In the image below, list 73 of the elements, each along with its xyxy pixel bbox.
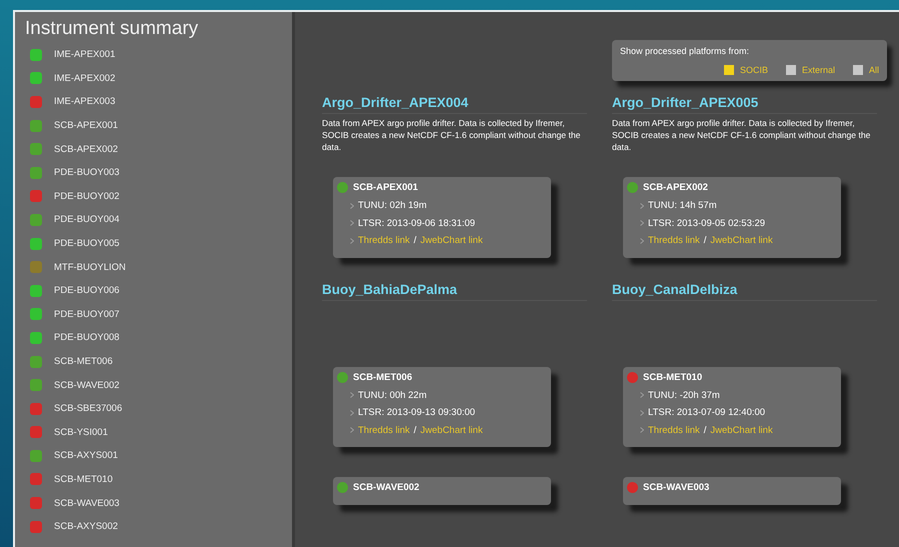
- thredds-link[interactable]: Thredds link: [358, 424, 410, 436]
- chevron-icon: [350, 220, 354, 226]
- instrument-name[interactable]: IME-APEX001: [54, 49, 116, 60]
- instrument-name[interactable]: SCB-SBE37006: [54, 403, 122, 414]
- link-separator: /: [414, 235, 416, 246]
- ltsr-text: LTSR: 2013-09-13 09:30:00: [358, 407, 476, 418]
- instrument-name: SCB-MET010: [643, 372, 704, 382]
- filter-label: Show processed platforms from:: [620, 46, 750, 56]
- checkbox-label[interactable]: All: [868, 65, 879, 75]
- instrument-name: SCB-WAVE002: [353, 482, 420, 493]
- jwebchart-link[interactable]: JwebChart link: [420, 235, 483, 246]
- ltsr-text: LTSR: 2013-09-06 18:31:09: [358, 218, 476, 229]
- chevron-icon: [640, 392, 644, 398]
- checkbox-label[interactable]: External: [802, 65, 835, 75]
- instrument-name[interactable]: SCB-APEX001: [54, 120, 118, 132]
- ltsr-text: LTSR: 2013-07-09 12:40:00: [648, 407, 766, 418]
- instrument-name: SCB-WAVE003: [643, 482, 710, 493]
- thredds-link[interactable]: Thredds link: [648, 235, 700, 246]
- instrument-name[interactable]: SCB-WAVE003: [54, 498, 120, 509]
- jwebchart-link[interactable]: JwebChart link: [710, 424, 773, 436]
- instrument-name[interactable]: SCB-YSI001: [54, 426, 108, 438]
- instrument-name[interactable]: PDE-BUOY002: [54, 190, 120, 202]
- instrument-name[interactable]: MTF-BUOYLION: [54, 262, 126, 273]
- link-separator: /: [704, 424, 706, 436]
- tunu-text: TUNU: 02h 19m: [358, 200, 427, 212]
- jwebchart-link[interactable]: JwebChart link: [420, 424, 483, 436]
- tunu-text: TUNU: 00h 22m: [358, 390, 427, 401]
- link-separator: /: [414, 424, 416, 436]
- instrument-name[interactable]: PDE-BUOY008: [54, 332, 120, 344]
- link-separator: /: [704, 235, 706, 246]
- checkbox-label[interactable]: SOCIB: [740, 65, 768, 75]
- platform-description: Data from APEX argo profile drifter. Data is collected by Ifremer, SOCIB creates a new NetCDF CF-1.6 compliant without change the data.: [612, 117, 872, 153]
- instrument-name: SCB-APEX001: [353, 182, 419, 193]
- platform-heading[interactable]: Argo_Drifter_APEX005: [612, 95, 877, 114]
- instrument-name: SCB-APEX002: [643, 182, 709, 193]
- instrument-name[interactable]: SCB-AXYS002: [54, 521, 118, 532]
- platform-heading[interactable]: Buoy_BahiaDePalma: [322, 282, 587, 300]
- platform-heading[interactable]: Buoy_CanalDeIbiza: [612, 282, 877, 300]
- chevron-icon: [640, 202, 644, 209]
- instrument-name[interactable]: SCB-MET010: [54, 474, 113, 485]
- chevron-icon: [640, 220, 644, 226]
- chevron-icon: [350, 427, 354, 434]
- chevron-icon: [640, 238, 644, 244]
- tunu-text: TUNU: -20h 37m: [648, 390, 720, 401]
- chevron-icon: [350, 238, 354, 244]
- instrument-name[interactable]: SCB-AXYS001: [54, 450, 118, 462]
- instrument-name[interactable]: PDE-BUOY006: [54, 285, 120, 296]
- instrument-name[interactable]: SCB-WAVE002: [54, 380, 120, 391]
- instrument-name[interactable]: PDE-BUOY007: [54, 308, 120, 320]
- jwebchart-link[interactable]: JwebChart link: [710, 235, 773, 246]
- ltsr-text: LTSR: 2013-09-05 02:53:29: [648, 218, 766, 229]
- instrument-name[interactable]: SCB-MET006: [54, 356, 113, 368]
- instrument-name[interactable]: IME-APEX003: [54, 96, 116, 108]
- instrument-name[interactable]: IME-APEX002: [54, 72, 116, 84]
- chevron-icon: [640, 410, 644, 416]
- instrument-name[interactable]: PDE-BUOY004: [54, 214, 120, 226]
- chevron-icon: [350, 202, 354, 209]
- tunu-text: TUNU: 14h 57m: [648, 200, 717, 212]
- platform-heading[interactable]: Argo_Drifter_APEX004: [322, 95, 587, 114]
- instrument-name[interactable]: SCB-APEX002: [54, 144, 118, 155]
- checkbox[interactable]: [852, 65, 863, 75]
- instrument-name[interactable]: PDE-BUOY005: [54, 238, 120, 250]
- checkbox[interactable]: [724, 65, 734, 75]
- platform-description: Data from APEX argo profile drifter. Data is collected by Ifremer, SOCIB creates a new NetCDF CF-1.6 compliant without change the data.: [322, 117, 582, 153]
- chevron-icon: [350, 392, 354, 398]
- chevron-icon: [350, 410, 354, 416]
- instrument-name[interactable]: PDE-BUOY003: [54, 167, 120, 178]
- instrument-name: SCB-MET006: [353, 372, 414, 382]
- checkbox[interactable]: [786, 65, 796, 75]
- chevron-icon: [640, 427, 644, 434]
- thredds-link[interactable]: Thredds link: [358, 235, 410, 246]
- sidebar-title: Instrument summary: [25, 18, 200, 40]
- thredds-link[interactable]: Thredds link: [648, 424, 700, 436]
